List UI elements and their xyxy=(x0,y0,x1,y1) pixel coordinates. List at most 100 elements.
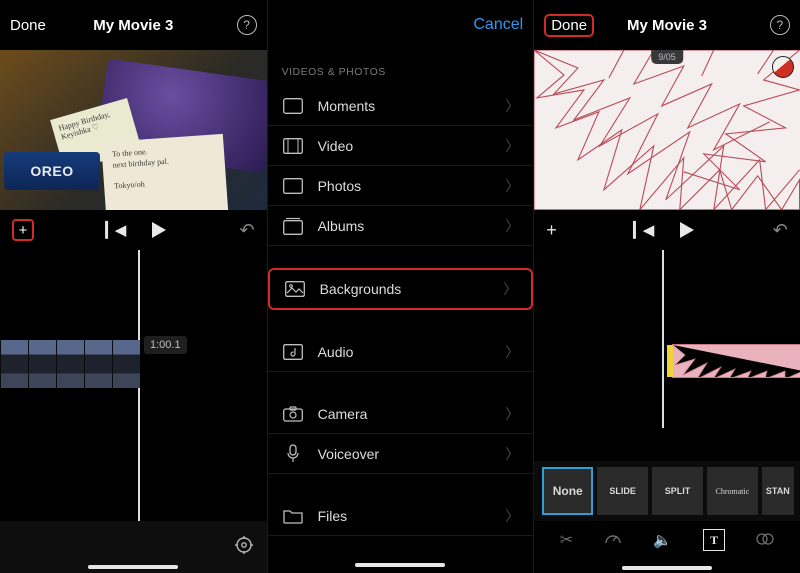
editor-panel-preview: Done My Movie 3 ? Happy Birthday, Keyish… xyxy=(0,0,267,573)
style-chromatic[interactable]: Chromatic xyxy=(707,467,758,515)
row-photos[interactable]: Photos 〉 xyxy=(268,166,534,206)
background-clip[interactable] xyxy=(672,344,800,378)
speed-tool[interactable] xyxy=(604,529,622,552)
note-line: next birthday pal. xyxy=(112,156,169,169)
row-label: Audio xyxy=(318,344,354,360)
timeline[interactable]: 1:00.1 xyxy=(0,250,267,530)
row-label: Video xyxy=(318,138,354,154)
albums-icon xyxy=(282,215,304,237)
home-indicator[interactable] xyxy=(88,565,178,569)
undo-button[interactable]: ↶ xyxy=(773,220,788,241)
style-split[interactable]: SPLIT xyxy=(652,467,703,515)
scissors-icon: ✂ xyxy=(560,532,573,549)
media-category-list: Moments 〉 Video 〉 Photos 〉 Albums 〉 Back… xyxy=(268,86,534,536)
header: Cancel xyxy=(268,0,534,50)
gear-icon xyxy=(235,536,253,554)
volume-tool[interactable]: 🔈 xyxy=(653,531,672,550)
row-camera[interactable]: Camera 〉 xyxy=(268,394,534,434)
files-icon xyxy=(282,505,304,527)
skip-back-button[interactable]: ▎◀ xyxy=(633,221,652,239)
row-label: Backgrounds xyxy=(320,281,402,297)
speedometer-icon xyxy=(604,529,622,547)
chevron-right-icon: 〉 xyxy=(505,216,519,236)
clip-thumb xyxy=(112,340,140,388)
clip-thumb xyxy=(28,340,56,388)
plus-icon: + xyxy=(546,220,557,240)
home-indicator[interactable] xyxy=(622,566,712,570)
add-media-button[interactable]: + xyxy=(546,220,557,241)
done-button[interactable]: Done xyxy=(10,17,64,34)
photos-icon xyxy=(282,175,304,197)
video-preview[interactable]: Happy Birthday, Keyishka ♡ OREO To the o… xyxy=(0,50,267,210)
clip-thumb xyxy=(56,340,84,388)
row-voiceover[interactable]: Voiceover 〉 xyxy=(268,434,534,474)
chevron-right-icon: 〉 xyxy=(505,342,519,362)
camera-icon xyxy=(282,403,304,425)
preview-card: To the one. next birthday pal. Tokyo/oh xyxy=(101,134,229,210)
row-label: Moments xyxy=(318,98,376,114)
help-icon: ? xyxy=(237,15,257,35)
section-header: VIDEOS & PHOTOS xyxy=(268,50,534,86)
chevron-right-icon: 〉 xyxy=(505,404,519,424)
row-label: Photos xyxy=(318,178,362,194)
play-button[interactable] xyxy=(150,221,168,239)
media-picker-panel: Cancel VIDEOS & PHOTOS Moments 〉 Video 〉… xyxy=(267,0,534,573)
chevron-right-icon: 〉 xyxy=(505,176,519,196)
clip-thumb xyxy=(84,340,112,388)
play-button[interactable] xyxy=(678,221,696,239)
row-label: Albums xyxy=(318,218,365,234)
clip-thumb xyxy=(0,340,28,388)
video-clip[interactable] xyxy=(0,340,140,388)
plus-icon: + xyxy=(19,222,28,239)
project-title: My Movie 3 xyxy=(598,17,736,34)
clip-pattern xyxy=(673,345,800,377)
settings-button[interactable] xyxy=(235,536,253,559)
cancel-button[interactable]: Cancel xyxy=(473,16,523,33)
style-stan[interactable]: STAN xyxy=(762,467,794,515)
header: Done My Movie 3 ? xyxy=(534,0,800,50)
undo-button[interactable]: ↶ xyxy=(240,220,255,241)
bottom-bar xyxy=(0,521,267,573)
audio-icon xyxy=(282,341,304,363)
editor-panel-background: Done My Movie 3 ? 9/05 + ▎◀ ↶ xyxy=(533,0,800,573)
skip-back-icon: ▎◀ xyxy=(105,222,124,239)
help-button[interactable]: ? xyxy=(736,15,790,35)
timeline[interactable] xyxy=(534,250,800,428)
playhead[interactable] xyxy=(138,250,140,530)
chevron-right-icon: 〉 xyxy=(505,136,519,156)
row-moments[interactable]: Moments 〉 xyxy=(268,86,534,126)
backgrounds-icon xyxy=(284,278,306,300)
filters-tool[interactable] xyxy=(756,531,774,550)
volume-icon: 🔈 xyxy=(653,532,672,549)
chevron-right-icon: 〉 xyxy=(503,279,517,299)
titles-tool[interactable]: T xyxy=(703,529,725,551)
color-indicator[interactable] xyxy=(772,56,794,78)
home-indicator[interactable] xyxy=(355,563,445,567)
chevron-right-icon: 〉 xyxy=(505,444,519,464)
done-button[interactable]: Done xyxy=(544,14,594,37)
edit-toolbar: ✂ 🔈 T xyxy=(534,525,800,555)
video-preview[interactable]: 9/05 xyxy=(534,50,800,210)
skip-back-icon: ▎◀ xyxy=(633,222,652,239)
skip-back-button[interactable]: ▎◀ xyxy=(105,221,124,239)
row-files[interactable]: Files 〉 xyxy=(268,496,534,536)
style-slide[interactable]: SLIDE xyxy=(597,467,648,515)
chevron-right-icon: 〉 xyxy=(505,506,519,526)
preview-oreo-pack: OREO xyxy=(4,152,100,190)
transport-bar: + ▎◀ ↶ xyxy=(534,210,800,250)
row-backgrounds[interactable]: Backgrounds 〉 xyxy=(268,268,534,310)
timecode-label: 1:00.1 xyxy=(144,336,187,354)
timecode-badge: 9/05 xyxy=(651,50,683,64)
cut-tool[interactable]: ✂ xyxy=(560,530,573,550)
help-button[interactable]: ? xyxy=(203,15,257,35)
row-label: Files xyxy=(318,508,348,524)
row-audio[interactable]: Audio 〉 xyxy=(268,332,534,372)
playhead[interactable] xyxy=(662,250,664,428)
title-style-strip[interactable]: None SLIDE SPLIT Chromatic STAN xyxy=(534,461,800,521)
add-media-button[interactable]: + xyxy=(12,219,34,241)
row-video[interactable]: Video 〉 xyxy=(268,126,534,166)
style-none[interactable]: None xyxy=(542,467,593,515)
moments-icon xyxy=(282,95,304,117)
video-icon xyxy=(282,135,304,157)
row-albums[interactable]: Albums 〉 xyxy=(268,206,534,246)
